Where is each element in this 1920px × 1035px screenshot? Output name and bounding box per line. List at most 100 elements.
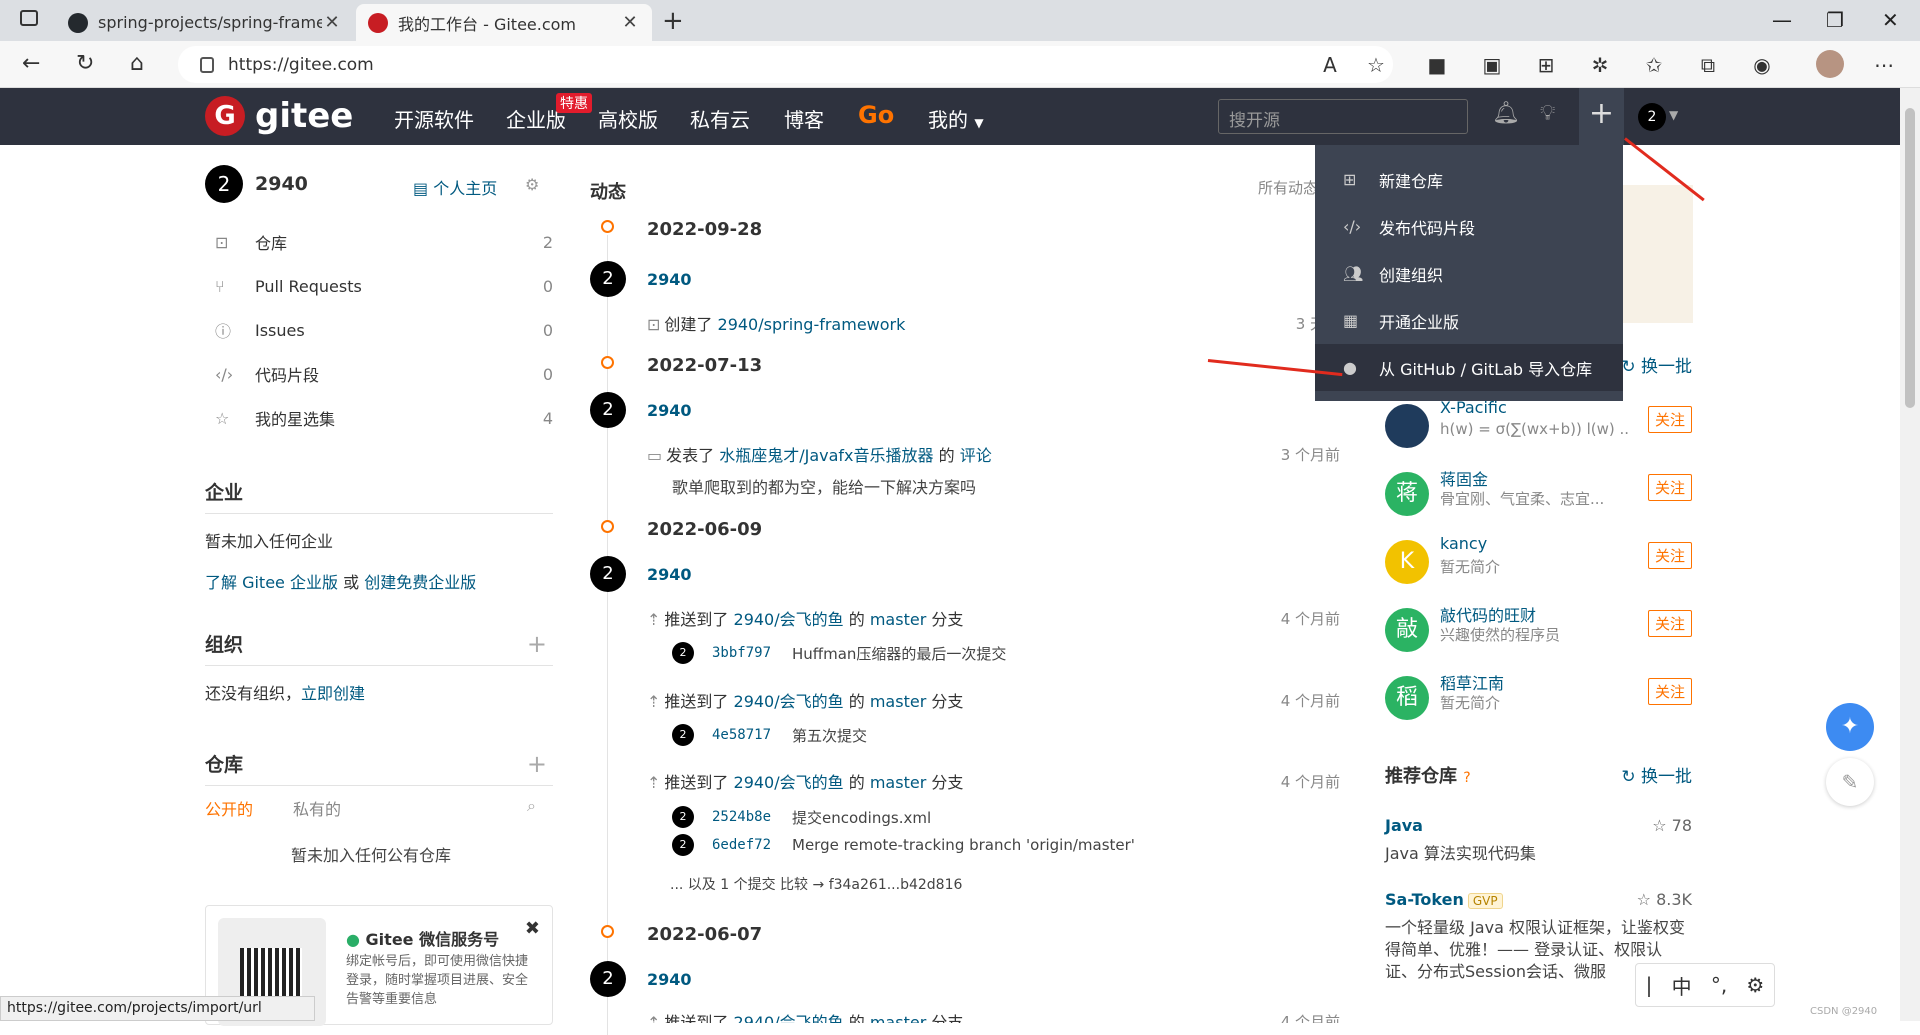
nav-education[interactable]: 高校版 — [598, 104, 658, 133]
avatar[interactable]: 2 — [1638, 103, 1666, 131]
feed-user[interactable]: 2940 — [647, 270, 692, 289]
tab-public[interactable]: 公开的 — [205, 796, 253, 820]
branch-link[interactable]: master — [870, 692, 926, 711]
feed-filter[interactable]: 所有动态 — [1258, 177, 1318, 198]
new-tab-button[interactable]: + — [662, 6, 684, 36]
avatar[interactable]: 2 — [590, 556, 626, 592]
search-icon[interactable]: ⌕ — [527, 796, 536, 816]
extension-icon[interactable]: ▣ — [1480, 53, 1504, 77]
close-icon[interactable]: ✕ — [322, 12, 342, 33]
sidebar-item-pull-requests[interactable]: ⑂ Pull Requests 0 — [205, 266, 553, 306]
event-link[interactable]: 2940/会飞的鱼 — [734, 610, 844, 629]
extension-icon[interactable]: ■ — [1425, 53, 1449, 77]
menu-item-new-repo[interactable]: ⊞ 新建仓库 — [1315, 156, 1623, 203]
ime-lang[interactable]: 中 — [1672, 971, 1692, 1000]
commit-sha[interactable]: 6edef72 — [712, 837, 792, 853]
sidebar-item-repos[interactable]: ⊡ 仓库 2 — [205, 222, 553, 262]
menu-item-import-repo[interactable]: ● 从 GitHub / GitLab 导入仓库 — [1315, 344, 1623, 391]
refresh-users-button[interactable]: ↻ 换一批 — [1621, 352, 1692, 377]
commit-sha[interactable]: 4e58717 — [712, 727, 792, 743]
user-name[interactable]: 敲代码的旺财 — [1440, 602, 1536, 626]
menu-item-enterprise[interactable]: ▦ 开通企业版 — [1315, 297, 1623, 344]
close-window-button[interactable]: ✕ — [1882, 8, 1899, 32]
avatar[interactable]: 敲 — [1385, 608, 1429, 652]
branch-link[interactable]: master — [870, 610, 926, 629]
search-input[interactable]: 搜开源 — [1218, 99, 1468, 134]
follow-button[interactable]: 关注 — [1647, 542, 1692, 569]
collections-icon[interactable]: ⧉ — [1696, 53, 1720, 77]
follow-button[interactable]: 关注 — [1647, 610, 1692, 637]
minimize-button[interactable]: — — [1772, 8, 1792, 32]
event-link2[interactable]: 评论 — [960, 446, 992, 465]
menu-item-new-snippet[interactable]: ‹/› 发布代码片段 — [1315, 203, 1623, 250]
avatar[interactable]: K — [1385, 540, 1429, 584]
tab-private[interactable]: 私有的 — [293, 796, 341, 820]
event-link[interactable]: 2940/会飞的鱼 — [734, 773, 844, 792]
feed-user[interactable]: 2940 — [647, 565, 692, 584]
follow-button[interactable]: 关注 — [1647, 678, 1692, 705]
repo-stars[interactable]: ☆ 8.3K — [1637, 890, 1692, 909]
create-org-link[interactable]: 立即创建 — [301, 684, 365, 703]
nav-blog[interactable]: 博客 — [784, 104, 824, 133]
user-name[interactable]: 蒋固金 — [1440, 466, 1488, 490]
event-link[interactable]: 水瓶座鬼才/Javafx音乐播放器 — [719, 446, 933, 465]
username[interactable]: 2940 — [255, 173, 308, 195]
repo-name[interactable]: Sa-Token — [1385, 890, 1464, 909]
create-plus-button[interactable]: + — [1579, 88, 1624, 145]
translate-icon[interactable]: ⊞ — [1534, 53, 1558, 77]
close-icon[interactable]: ✕ — [620, 12, 640, 33]
browser-tab-gitee[interactable]: 我的工作台 - Gitee.com ✕ — [356, 4, 652, 41]
add-favorite-icon[interactable]: ☆ — [1364, 53, 1388, 77]
favorites-icon[interactable]: ✩ — [1642, 53, 1666, 77]
learn-enterprise-link[interactable]: 了解 Gitee 企业版 — [205, 573, 338, 592]
page-scrollbar[interactable] — [1900, 88, 1920, 1021]
nav-opensource[interactable]: 开源软件 — [394, 104, 474, 133]
avatar[interactable]: 蒋 — [1385, 472, 1429, 516]
branch-link[interactable]: master — [870, 773, 926, 792]
refresh-repos-button[interactable]: ↻ 换一批 — [1621, 762, 1692, 787]
home-icon[interactable]: ⌂ — [130, 51, 144, 76]
commit-sha[interactable]: 2524b8e — [712, 809, 792, 825]
sidebar-item-issues[interactable]: ⓘ Issues 0 — [205, 310, 553, 350]
branch-link[interactable]: master — [870, 1013, 926, 1023]
follow-button[interactable]: 关注 — [1647, 474, 1692, 501]
edge-icon[interactable]: ◉ — [1750, 53, 1774, 77]
follow-button[interactable]: 关注 — [1647, 406, 1692, 433]
sidebar-item-stars[interactable]: ☆ 我的星选集 4 — [205, 398, 553, 438]
nav-private-cloud[interactable]: 私有云 — [690, 104, 750, 133]
browser-tab-github[interactable]: spring-projects/spring-framewor ✕ — [56, 4, 354, 41]
profile-avatar[interactable] — [1816, 50, 1844, 78]
plus-icon[interactable]: + — [527, 630, 547, 658]
avatar[interactable] — [1385, 404, 1429, 448]
menu-item-new-org[interactable]: 👥︎ 创建组织 — [1315, 250, 1623, 297]
scrollbar-thumb[interactable] — [1905, 108, 1915, 408]
chevron-down-icon[interactable]: ▼ — [1669, 108, 1678, 122]
create-enterprise-link[interactable]: 创建免费企业版 — [364, 573, 476, 592]
url-field[interactable]: https://gitee.com — [178, 46, 1393, 83]
nav-go[interactable]: Go — [858, 101, 894, 129]
plus-icon[interactable]: + — [527, 750, 547, 778]
ime-punct[interactable]: °, — [1711, 973, 1727, 997]
more-icon[interactable]: ⋯ — [1872, 53, 1896, 77]
sidebar-item-snippets[interactable]: ‹/› 代码片段 0 — [205, 354, 553, 394]
read-aloud-icon[interactable]: A — [1318, 53, 1342, 77]
gear-icon[interactable]: ⚙ — [525, 175, 539, 194]
nav-mine[interactable]: 我的 ▼ — [928, 104, 984, 133]
avatar[interactable]: 2 — [590, 261, 626, 297]
repo-name[interactable]: Java — [1385, 816, 1423, 835]
edit-float-button[interactable]: ✎ — [1826, 758, 1874, 806]
user-name[interactable]: 稻草江南 — [1440, 670, 1504, 694]
avatar[interactable]: 2 — [590, 961, 626, 997]
event-link[interactable]: 2940/会飞的鱼 — [734, 692, 844, 711]
refresh-icon[interactable]: ↻ — [76, 51, 94, 76]
event-link[interactable]: 2940/spring-framework — [718, 315, 906, 334]
help-icon[interactable]: ? — [1463, 770, 1470, 786]
gear-icon[interactable]: ⚙ — [1746, 973, 1764, 997]
gitee-logo[interactable]: Ggitee — [205, 96, 353, 136]
close-icon[interactable]: ✖ — [525, 918, 540, 939]
feedback-float-button[interactable]: ✦ — [1826, 703, 1874, 751]
tab-actions-icon[interactable] — [20, 10, 38, 26]
user-name[interactable]: kancy — [1440, 534, 1487, 553]
avatar[interactable]: 稻 — [1385, 676, 1429, 720]
more-commits[interactable]: ... 以及 1 个提交 比较 → f34a261...b42d816 — [670, 874, 962, 894]
